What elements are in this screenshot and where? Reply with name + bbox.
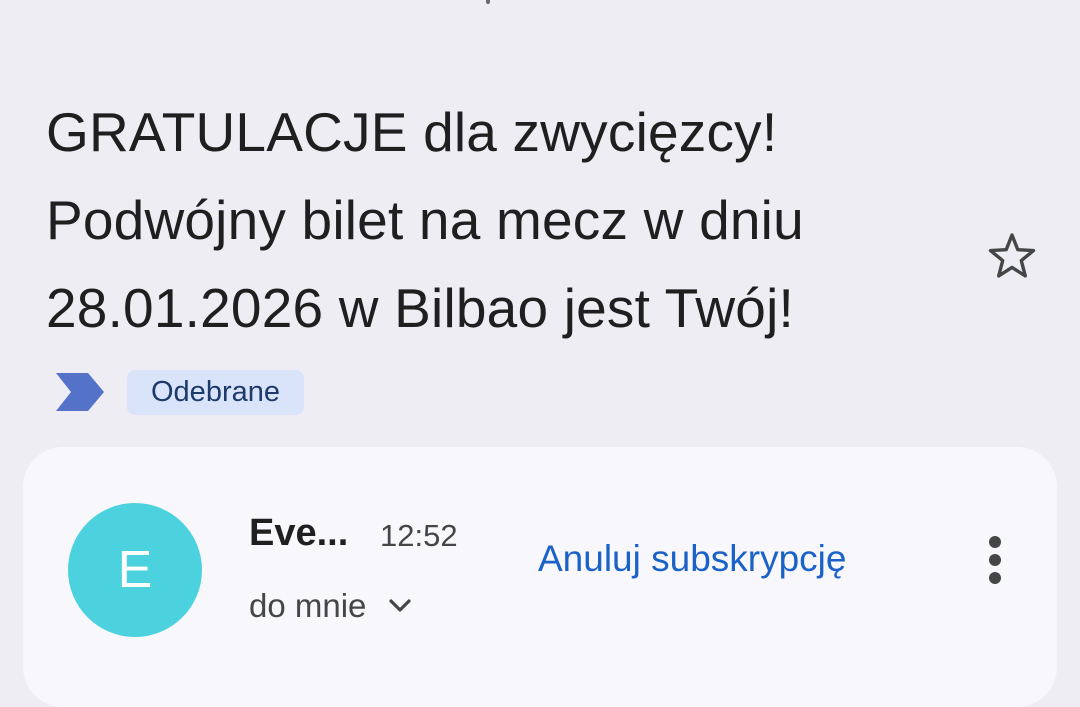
recipient-label: do mnie <box>249 587 367 624</box>
email-subject-line-2: Podwójny bilet na mecz w dniu <box>46 189 804 251</box>
star-icon[interactable] <box>984 229 1040 285</box>
label-chip-inbox[interactable]: Odebrane <box>127 370 304 415</box>
chevron-down-icon <box>389 599 412 612</box>
recipient-details-toggle[interactable]: do mnie <box>249 585 416 627</box>
unsubscribe-link[interactable]: Anuluj subskrypcję <box>538 536 846 582</box>
more-vert-icon[interactable] <box>970 531 1020 589</box>
message-time: 12:52 <box>380 518 458 553</box>
email-subject-line-1: GRATULACJE dla zwycięzcy! <box>46 101 778 163</box>
email-subject: GRATULACJE dla zwycięzcy! Podwójny bilet… <box>46 88 946 352</box>
sender-avatar[interactable]: E <box>68 503 202 637</box>
email-subject-line-3: 28.01.2026 w Bilbao jest Twój! <box>46 277 794 339</box>
top-edge-mark <box>486 0 490 4</box>
importance-marker-icon[interactable] <box>56 371 106 413</box>
sender-name[interactable]: Eve... <box>249 510 348 556</box>
